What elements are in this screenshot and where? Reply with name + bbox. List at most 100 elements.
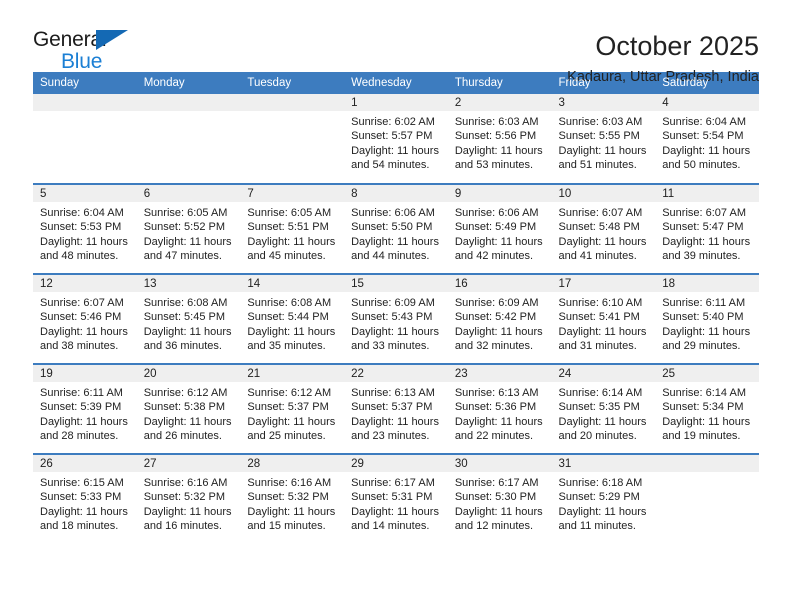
- day-cell[interactable]: 18 Sunrise: 6:11 AM Sunset: 5:40 PM Dayligh…: [655, 273, 759, 364]
- day-cell[interactable]: 17 Sunrise: 6:10 AM Sunset: 5:41 PM Dayligh…: [551, 273, 656, 364]
- sunset-time: Sunset: 5:31 PM: [351, 491, 433, 504]
- sunrise-time: Sunrise: 6:04 AM: [662, 116, 746, 128]
- daylight-duration-line2: and 48 minutes.: [40, 250, 119, 263]
- sunrise-time: Sunrise: 6:13 AM: [351, 387, 435, 399]
- daylight-duration-line2: and 47 minutes.: [143, 250, 222, 263]
- daylight-duration-line1: Daylight: 11 hours: [247, 235, 336, 248]
- sunrise-time: Sunrise: 6:07 AM: [558, 207, 643, 219]
- daylight-duration-line2: and 44 minutes.: [351, 250, 430, 263]
- sunrise-time: Sunrise: 6:05 AM: [247, 207, 332, 219]
- daylight-duration-line2: and 23 minutes.: [351, 430, 430, 443]
- day-cell[interactable]: 28 Sunrise: 6:16 AM Sunset: 5:32 PM Dayligh…: [240, 453, 345, 544]
- sunrise-time: Sunrise: 6:08 AM: [247, 297, 332, 309]
- day-details: Sunrise: 6:07 AM Sunset: 5:48 PM Daylight:…: [552, 202, 656, 264]
- sunset-time: Sunset: 5:51 PM: [247, 221, 329, 234]
- day-cell[interactable]: 4 Sunrise: 6:04 AM Sunset: 5:54 PM Daylight…: [655, 94, 759, 184]
- daylight-duration-line2: and 14 minutes.: [351, 520, 430, 533]
- day-number: [33, 94, 137, 111]
- day-cell[interactable]: 24 Sunrise: 6:14 AM Sunset: 5:35 PM Dayligh…: [551, 363, 656, 454]
- day-cell[interactable]: 21 Sunrise: 6:12 AM Sunset: 5:37 PM Dayligh…: [240, 363, 345, 454]
- weekday-header-sunday: Sunday: [33, 72, 137, 94]
- page-header: General Blue October 2025 Kadaura, Uttar…: [33, 0, 759, 85]
- sunset-time: Sunset: 5:57 PM: [351, 130, 433, 143]
- sunrise-time: Sunrise: 6:16 AM: [143, 477, 228, 489]
- day-cell[interactable]: 16 Sunrise: 6:09 AM Sunset: 5:42 PM Dayligh…: [447, 273, 552, 364]
- daylight-duration-line1: Daylight: 11 hours: [247, 325, 336, 338]
- sunset-time: Sunset: 5:37 PM: [247, 401, 329, 414]
- day-number: 19: [33, 365, 137, 382]
- sunrise-time: Sunrise: 6:12 AM: [247, 387, 332, 399]
- daylight-duration-line1: Daylight: 11 hours: [40, 415, 128, 428]
- day-cell[interactable]: 19 Sunrise: 6:11 AM Sunset: 5:39 PM Dayligh…: [33, 363, 137, 454]
- day-cell[interactable]: 15 Sunrise: 6:09 AM Sunset: 5:43 PM Dayligh…: [344, 273, 448, 364]
- general-blue-logo[interactable]: General Blue: [33, 28, 137, 74]
- sunset-time: Sunset: 5:41 PM: [558, 311, 640, 324]
- sunset-time: Sunset: 5:32 PM: [247, 491, 329, 504]
- daylight-duration-line1: Daylight: 11 hours: [247, 415, 336, 428]
- sunrise-time: Sunrise: 6:05 AM: [143, 207, 228, 219]
- day-cell[interactable]: 5 Sunrise: 6:04 AM Sunset: 5:53 PM Daylight…: [33, 183, 137, 274]
- daylight-duration-line1: Daylight: 11 hours: [558, 415, 647, 428]
- day-number: 21: [240, 365, 345, 382]
- day-details: Sunrise: 6:03 AM Sunset: 5:55 PM Daylight:…: [552, 111, 656, 173]
- daylight-duration-line2: and 22 minutes.: [454, 430, 534, 443]
- sunrise-time: Sunrise: 6:09 AM: [454, 297, 539, 309]
- daylight-duration-line2: and 12 minutes.: [454, 520, 534, 533]
- day-number: 13: [136, 275, 241, 292]
- sunrise-time: Sunrise: 6:12 AM: [143, 387, 228, 399]
- day-details: Sunrise: 6:04 AM Sunset: 5:53 PM Daylight:…: [33, 202, 137, 264]
- page-title: October 2025: [595, 31, 759, 61]
- day-cell[interactable]: 20 Sunrise: 6:12 AM Sunset: 5:38 PM Dayligh…: [136, 363, 241, 454]
- day-cell[interactable]: 30 Sunrise: 6:17 AM Sunset: 5:30 PM Dayligh…: [447, 453, 552, 544]
- day-cell[interactable]: 8 Sunrise: 6:06 AM Sunset: 5:50 PM Daylight…: [344, 183, 448, 274]
- sunset-time: Sunset: 5:36 PM: [454, 401, 537, 414]
- sunset-time: Sunset: 5:49 PM: [454, 221, 537, 234]
- day-cell[interactable]: 25 Sunrise: 6:14 AM Sunset: 5:34 PM Dayligh…: [655, 363, 759, 454]
- day-cell[interactable]: 22 Sunrise: 6:13 AM Sunset: 5:37 PM Dayligh…: [344, 363, 448, 454]
- day-cell[interactable]: 2 Sunrise: 6:03 AM Sunset: 5:56 PM Daylight…: [447, 94, 552, 184]
- daylight-duration-line1: Daylight: 11 hours: [558, 235, 647, 248]
- daylight-duration-line2: and 53 minutes.: [454, 159, 534, 172]
- day-cell[interactable]: 7 Sunrise: 6:05 AM Sunset: 5:51 PM Daylight…: [240, 183, 345, 274]
- day-cell[interactable]: 31 Sunrise: 6:18 AM Sunset: 5:29 PM Dayligh…: [551, 453, 656, 544]
- weekday-header-thursday: Thursday: [447, 72, 552, 94]
- day-number: 30: [447, 455, 552, 472]
- sunset-time: Sunset: 5:55 PM: [558, 130, 640, 143]
- day-cell[interactable]: 11 Sunrise: 6:07 AM Sunset: 5:47 PM Dayligh…: [655, 183, 759, 274]
- day-details: Sunrise: 6:18 AM Sunset: 5:29 PM Daylight:…: [552, 472, 656, 534]
- day-cell[interactable]: 3 Sunrise: 6:03 AM Sunset: 5:55 PM Daylight…: [551, 94, 656, 184]
- daylight-duration-line2: and 20 minutes.: [558, 430, 637, 443]
- sunset-time: Sunset: 5:47 PM: [662, 221, 744, 234]
- day-details: Sunrise: 6:15 AM Sunset: 5:33 PM Daylight:…: [33, 472, 137, 534]
- day-details: Sunrise: 6:14 AM Sunset: 5:34 PM Daylight:…: [655, 382, 759, 444]
- daylight-duration-line1: Daylight: 11 hours: [454, 325, 543, 338]
- daylight-duration-line2: and 15 minutes.: [247, 520, 326, 533]
- daylight-duration-line2: and 42 minutes.: [454, 250, 534, 263]
- day-cell[interactable]: 9 Sunrise: 6:06 AM Sunset: 5:49 PM Daylight…: [447, 183, 552, 274]
- day-number: 20: [136, 365, 241, 382]
- day-number: [240, 94, 345, 111]
- blue-triangle-icon: [96, 30, 128, 50]
- weekday-header-monday: Monday: [136, 72, 241, 94]
- day-cell[interactable]: 29 Sunrise: 6:17 AM Sunset: 5:31 PM Dayligh…: [344, 453, 448, 544]
- day-cell[interactable]: 26 Sunrise: 6:15 AM Sunset: 5:33 PM Dayligh…: [33, 453, 137, 544]
- day-cell[interactable]: 27 Sunrise: 6:16 AM Sunset: 5:32 PM Dayligh…: [136, 453, 241, 544]
- day-cell[interactable]: 14 Sunrise: 6:08 AM Sunset: 5:44 PM Dayligh…: [240, 273, 345, 364]
- daylight-duration-line1: Daylight: 11 hours: [662, 415, 751, 428]
- daylight-duration-line1: Daylight: 11 hours: [558, 144, 647, 157]
- day-cell[interactable]: 1 Sunrise: 6:02 AM Sunset: 5:57 PM Daylight…: [344, 94, 448, 184]
- day-number: 1: [344, 94, 448, 111]
- day-details: Sunrise: 6:04 AM Sunset: 5:54 PM Daylight:…: [655, 111, 759, 173]
- daylight-duration-line1: Daylight: 11 hours: [40, 505, 128, 518]
- day-cell[interactable]: 6 Sunrise: 6:05 AM Sunset: 5:52 PM Daylight…: [136, 183, 241, 274]
- day-cell[interactable]: 12 Sunrise: 6:07 AM Sunset: 5:46 PM Dayligh…: [33, 273, 137, 364]
- day-details: Sunrise: 6:13 AM Sunset: 5:36 PM Daylight:…: [448, 382, 552, 444]
- day-number: 25: [655, 365, 759, 382]
- daylight-duration-line2: and 51 minutes.: [558, 159, 637, 172]
- day-cell[interactable]: 23 Sunrise: 6:13 AM Sunset: 5:36 PM Dayligh…: [447, 363, 552, 454]
- daylight-duration-line1: Daylight: 11 hours: [40, 325, 128, 338]
- day-cell[interactable]: 10 Sunrise: 6:07 AM Sunset: 5:48 PM Dayligh…: [551, 183, 656, 274]
- daylight-duration-line2: and 11 minutes.: [558, 520, 636, 533]
- daylight-duration-line1: Daylight: 11 hours: [143, 505, 232, 518]
- day-cell[interactable]: 13 Sunrise: 6:08 AM Sunset: 5:45 PM Dayligh…: [136, 273, 241, 364]
